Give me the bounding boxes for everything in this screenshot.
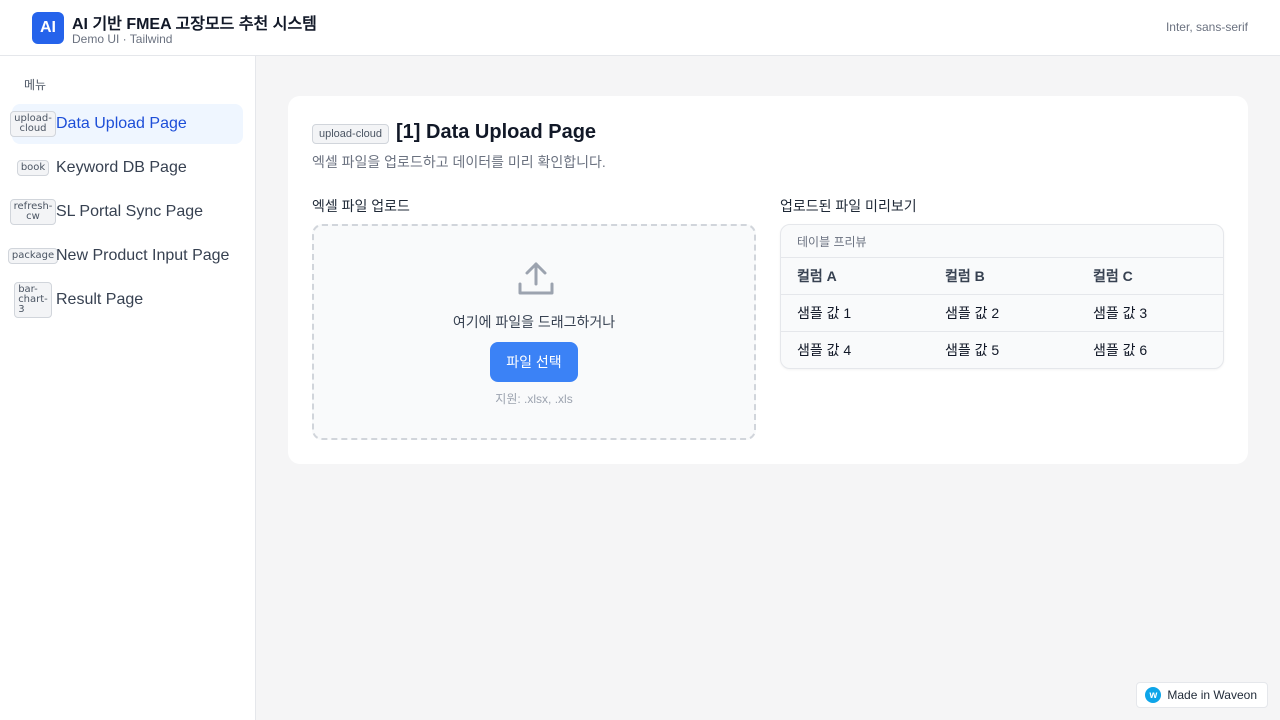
- table-cell: 샘플 값 3: [1077, 294, 1223, 332]
- app-title: AI 기반 FMEA 고장모드 추천 시스템: [72, 16, 317, 33]
- waveon-logo-icon: w: [1145, 687, 1162, 703]
- table-cell: 샘플 값 5: [929, 331, 1077, 368]
- badge-label: Made in Waveon: [1167, 688, 1257, 702]
- upload-cloud-icon: upload- cloud: [10, 111, 56, 137]
- app-header: AI AI 기반 FMEA 고장모드 추천 시스템 Demo UI · Tail…: [0, 0, 1280, 56]
- book-icon: book: [16, 160, 50, 176]
- preview-table: 컬럼 A 컬럼 B 컬럼 C 샘플 값 1 샘플 값 2 샘플 값 3 샘플 값…: [781, 257, 1223, 368]
- table-cell: 샘플 값 2: [929, 294, 1077, 332]
- upload-icon: [518, 262, 554, 295]
- page-description: 엑셀 파일을 업로드하고 데이터를 미리 확인합니다.: [312, 154, 606, 170]
- main-card: upload-cloud [1] Data Upload Page 엑셀 파일을…: [288, 96, 1248, 464]
- preview-caption: 테이블 프리뷰: [797, 235, 867, 249]
- made-in-waveon-badge[interactable]: w Made in Waveon: [1136, 682, 1268, 708]
- bar-chart-3-icon: bar- chart- 3: [14, 282, 52, 318]
- file-preview-panel: 테이블 프리뷰 컬럼 A 컬럼 B 컬럼 C 샘플 값 1 샘플 값 2 샘플 …: [780, 224, 1224, 369]
- sidebar-item-label: New Product Input Page: [56, 247, 230, 264]
- file-dropzone[interactable]: 여기에 파일을 드래그하거나 파일 선택 지원: .xlsx, .xls: [312, 224, 756, 440]
- sidebar-item-label: Data Upload Page: [56, 115, 187, 132]
- preview-section-label: 업로드된 파일 미리보기: [780, 198, 917, 214]
- sidebar-item-label: Keyword DB Page: [56, 159, 187, 176]
- drop-instruction: 여기에 파일을 드래그하거나: [452, 314, 616, 330]
- table-row: 샘플 값 1 샘플 값 2 샘플 값 3: [781, 294, 1223, 332]
- sidebar-item-result[interactable]: bar- chart- 3 Result Page: [12, 280, 243, 320]
- select-file-button[interactable]: 파일 선택: [490, 342, 578, 382]
- column-header: 컬럼 A: [781, 257, 929, 295]
- refresh-cw-icon: refresh- cw: [9, 199, 57, 225]
- column-header: 컬럼 C: [1077, 257, 1223, 295]
- sidebar-item-label: SL Portal Sync Page: [56, 203, 204, 220]
- sidebar-item-sl-portal-sync[interactable]: refresh- cw SL Portal Sync Page: [9, 192, 243, 232]
- table-cell: 샘플 값 6: [1077, 331, 1223, 368]
- column-header: 컬럼 B: [929, 257, 1077, 295]
- app-logo: AI: [32, 12, 64, 44]
- app-subtitle: Demo UI · Tailwind: [72, 32, 173, 46]
- sidebar-item-keyword-db[interactable]: book Keyword DB Page: [12, 148, 243, 188]
- sidebar: 메뉴 upload- cloud Data Upload Page book K…: [0, 56, 256, 720]
- upload-section-label: 엑셀 파일 업로드: [312, 198, 410, 214]
- menu-label: 메뉴: [24, 78, 47, 92]
- sidebar-item-data-upload[interactable]: upload- cloud Data Upload Page: [10, 104, 243, 144]
- table-row: 샘플 값 4 샘플 값 5 샘플 값 6: [781, 331, 1223, 368]
- supported-formats: 지원: .xlsx, .xls: [495, 392, 573, 406]
- package-icon: package: [7, 248, 59, 264]
- font-note: Inter, sans-serif: [1165, 20, 1248, 34]
- table-cell: 샘플 값 4: [781, 331, 929, 368]
- page-title: [1] Data Upload Page: [396, 121, 597, 143]
- upload-cloud-icon: upload-cloud: [312, 124, 389, 144]
- table-cell: 샘플 값 1: [781, 294, 929, 332]
- table-header-row: 컬럼 A 컬럼 B 컬럼 C: [781, 257, 1223, 295]
- sidebar-item-label: Result Page: [56, 291, 144, 308]
- sidebar-item-new-product-input[interactable]: package New Product Input Page: [7, 236, 243, 276]
